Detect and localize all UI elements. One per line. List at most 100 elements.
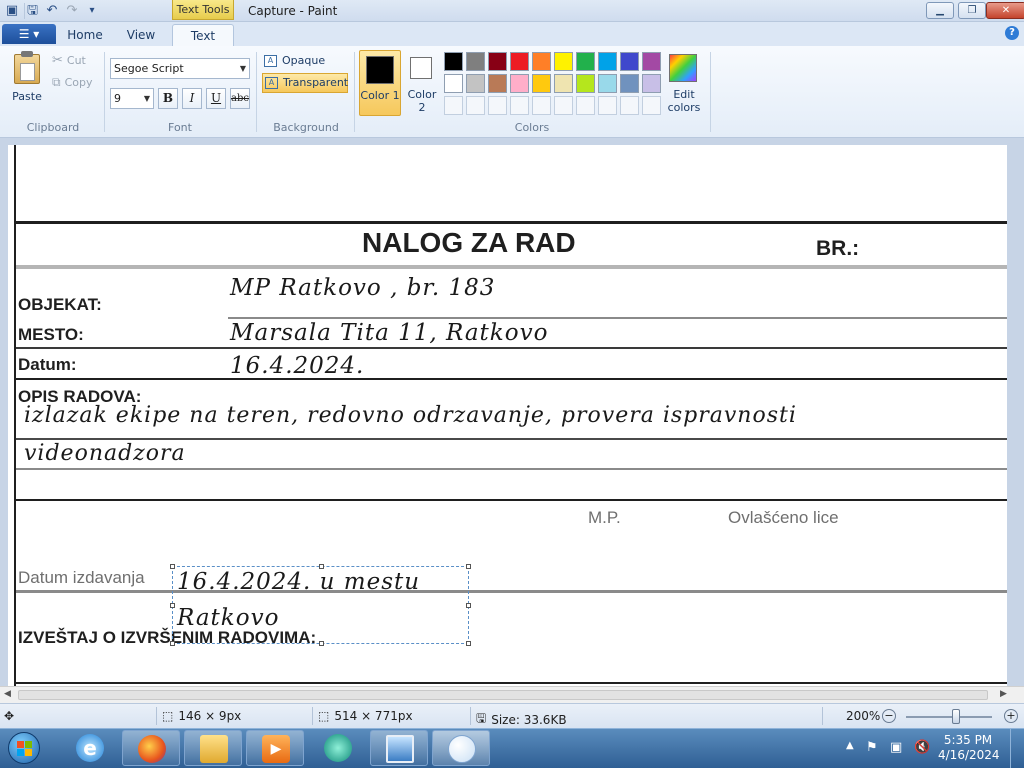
palette-empty-slot[interactable]: [642, 96, 661, 115]
color-2-button[interactable]: Color 2: [404, 50, 440, 116]
resize-handle[interactable]: [466, 603, 471, 608]
palette-swatch[interactable]: [598, 52, 617, 71]
resize-handle[interactable]: [170, 603, 175, 608]
taskbar-media-player[interactable]: ▶: [246, 730, 304, 766]
palette-empty-slot[interactable]: [444, 96, 463, 115]
form-line: [16, 468, 1007, 470]
network-icon[interactable]: ▣: [890, 740, 902, 755]
font-size-select[interactable]: 9 ▼: [110, 88, 154, 109]
palette-swatch[interactable]: [598, 74, 617, 93]
minimize-button[interactable]: ▁: [926, 2, 954, 19]
chevron-down-icon: ▼: [143, 94, 150, 103]
cut-button[interactable]: ✂ Cut: [52, 53, 86, 68]
scroll-thumb[interactable]: [18, 690, 988, 700]
scroll-left-icon[interactable]: ◀: [4, 689, 11, 699]
redo-icon[interactable]: ↷: [64, 3, 80, 19]
palette-swatch[interactable]: [532, 52, 551, 71]
palette-empty-slot[interactable]: [488, 96, 507, 115]
palette-empty-slot[interactable]: [554, 96, 573, 115]
status-separator: [312, 707, 313, 725]
palette-swatch[interactable]: [554, 74, 573, 93]
palette-swatch[interactable]: [532, 74, 551, 93]
tab-home[interactable]: Home: [62, 24, 108, 46]
palette-empty-slot[interactable]: [532, 96, 551, 115]
zoom-slider-track[interactable]: [906, 716, 992, 718]
start-button[interactable]: [4, 730, 44, 766]
palette-swatch[interactable]: [488, 52, 507, 71]
palette-swatch[interactable]: [510, 52, 529, 71]
close-button[interactable]: ✕: [986, 2, 1024, 19]
palette-swatch[interactable]: [444, 52, 463, 71]
transparent-button[interactable]: A Transparent: [262, 73, 348, 93]
palette-empty-slot[interactable]: [576, 96, 595, 115]
paint-app-icon[interactable]: ▣: [4, 3, 20, 19]
palette-swatch[interactable]: [466, 52, 485, 71]
group-separator: [354, 52, 355, 132]
taskbar-app[interactable]: [308, 728, 368, 768]
zoom-out-button[interactable]: −: [882, 709, 896, 723]
bold-button[interactable]: B: [158, 88, 178, 109]
font-size-value: 9: [114, 92, 121, 105]
font-family-select[interactable]: Segoe Script ▼: [110, 58, 250, 79]
tab-text[interactable]: Text: [172, 24, 234, 46]
italic-button[interactable]: I: [182, 88, 202, 109]
taskbar-file-explorer[interactable]: [184, 730, 242, 766]
opaque-button[interactable]: A Opaque: [262, 52, 325, 70]
resize-handle[interactable]: [466, 564, 471, 569]
palette-swatch[interactable]: [642, 52, 661, 71]
palette-swatch[interactable]: [466, 74, 485, 93]
maximize-button[interactable]: ❐: [958, 2, 986, 19]
palette-swatch[interactable]: [642, 74, 661, 93]
canvas[interactable]: NALOG ZA RAD BR.: OBJEKAT: MP Ratkovo , …: [8, 145, 1007, 686]
ovlasceno-lice-label: Ovlašćeno lice: [728, 508, 839, 527]
help-icon[interactable]: ?: [1005, 26, 1019, 40]
save-icon[interactable]: 🖫: [24, 3, 40, 19]
paste-button[interactable]: Paste: [8, 51, 46, 112]
edit-colors-button[interactable]: Edit colors: [664, 52, 704, 116]
taskbar-paint[interactable]: [432, 730, 490, 766]
horizontal-scrollbar[interactable]: ◀ ▶: [0, 686, 1024, 703]
volume-muted-icon[interactable]: 🔇: [914, 740, 930, 755]
taskbar-internet-explorer[interactable]: e: [60, 728, 120, 768]
paint-menu-button[interactable]: ☰ ▾: [2, 24, 56, 44]
show-desktop-button[interactable]: [1010, 728, 1024, 768]
palette-swatch[interactable]: [620, 74, 639, 93]
resize-handle[interactable]: [170, 564, 175, 569]
status-separator: [470, 707, 471, 725]
zoom-in-button[interactable]: +: [1004, 709, 1018, 723]
group-separator: [104, 52, 105, 132]
palette-swatch[interactable]: [444, 74, 463, 93]
customize-quick-access-icon[interactable]: ▾: [84, 3, 100, 19]
show-hidden-icons[interactable]: ▲: [846, 740, 854, 751]
palette-empty-slot[interactable]: [620, 96, 639, 115]
palette-swatch[interactable]: [576, 74, 595, 93]
palette-empty-slot[interactable]: [466, 96, 485, 115]
resize-handle[interactable]: [170, 641, 175, 646]
resize-handle[interactable]: [319, 564, 324, 569]
copy-button[interactable]: ⧉ Copy: [52, 75, 92, 90]
palette-swatch[interactable]: [554, 52, 573, 71]
undo-icon[interactable]: ↶: [44, 3, 60, 19]
underline-button[interactable]: U: [206, 88, 226, 109]
text-input-box[interactable]: 16.4.2024. u mestu Ratkovo: [170, 564, 471, 646]
color-palette: [444, 52, 664, 116]
resize-handle[interactable]: [466, 641, 471, 646]
scroll-right-icon[interactable]: ▶: [1000, 689, 1007, 699]
taskbar-firefox[interactable]: [122, 730, 180, 766]
color-1-button[interactable]: Color 1: [359, 50, 401, 116]
action-center-flag-icon[interactable]: ⚑: [866, 740, 878, 755]
palette-swatch[interactable]: [576, 52, 595, 71]
resize-handle[interactable]: [319, 641, 324, 646]
palette-swatch[interactable]: [510, 74, 529, 93]
taskbar-photo-viewer[interactable]: [370, 730, 428, 766]
rainbow-icon: [669, 54, 697, 82]
palette-swatch[interactable]: [488, 74, 507, 93]
zoom-slider-thumb[interactable]: [952, 709, 960, 724]
strikethrough-button[interactable]: abc: [230, 88, 250, 109]
system-clock[interactable]: 5:35 PM 4/16/2024: [938, 733, 1000, 763]
palette-empty-slot[interactable]: [510, 96, 529, 115]
palette-empty-slot[interactable]: [598, 96, 617, 115]
form-line: [16, 347, 1007, 349]
tab-view[interactable]: View: [116, 24, 166, 46]
palette-swatch[interactable]: [620, 52, 639, 71]
